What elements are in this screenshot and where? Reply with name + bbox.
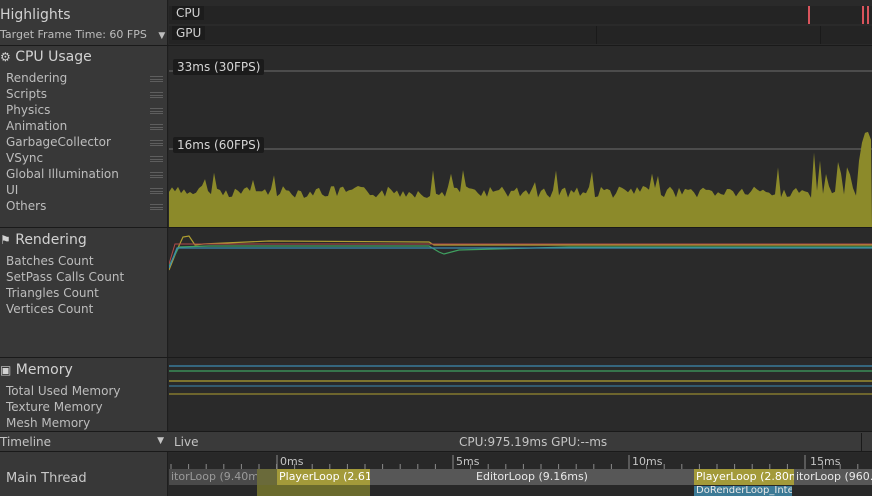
batches-line <box>169 235 872 271</box>
drag-handle-icon[interactable] <box>150 172 163 178</box>
cpu-legend-item[interactable]: Scripts <box>6 87 47 101</box>
rendering-icon: ⚑ <box>0 233 11 247</box>
highlights-gpu-tag: GPU <box>172 26 206 40</box>
cpu-legend-item[interactable]: Others <box>6 199 46 213</box>
drag-handle-icon[interactable] <box>150 108 163 114</box>
cpu-usage-area <box>169 131 872 227</box>
highlight-marker <box>862 6 864 24</box>
highlight-marker <box>867 6 869 24</box>
drag-handle-icon[interactable] <box>150 124 163 130</box>
time-ruler <box>170 455 859 469</box>
drag-handle-icon[interactable] <box>150 188 163 194</box>
main-thread-label: Main Thread <box>6 471 87 486</box>
memory-module[interactable]: ▣ Memory <box>0 362 73 378</box>
live-button[interactable]: Live <box>174 435 199 449</box>
editor-loop-bar[interactable]: itorLoop (960.12 <box>794 469 872 485</box>
memory-title: Memory <box>15 362 73 378</box>
ruler-label: 5ms <box>456 455 480 468</box>
player-loop-bar[interactable]: PlayerLoop (2.80ms) <box>694 469 794 485</box>
highlights-gpu-row[interactable] <box>169 26 872 44</box>
target-frame-label: Target Frame Time: 60 FPS <box>0 28 147 41</box>
highlight-marker <box>808 6 810 24</box>
triangles-line <box>169 247 872 269</box>
drag-handle-icon[interactable] <box>150 76 163 82</box>
frame-stats: CPU:975.19ms GPU:--ms <box>459 435 608 449</box>
editor-loop-bar[interactable]: EditorLoop (9.16ms) <box>370 469 694 485</box>
player-loop-bar[interactable]: PlayerLoop (2.61ms) <box>277 469 370 485</box>
highlights-cpu-tag: CPU <box>172 6 205 20</box>
cpu-legend-item[interactable]: UI <box>6 183 18 197</box>
timeline-bar[interactable] <box>257 469 277 485</box>
cpu-icon: ⚙ <box>0 50 11 64</box>
marker-30fps-label: 33ms (30FPS) <box>173 59 265 75</box>
drag-handle-icon[interactable] <box>150 204 163 210</box>
memory-chart[interactable] <box>169 358 872 431</box>
memory-legend-item[interactable]: Total Used Memory <box>6 384 121 398</box>
rendering-legend-item[interactable]: Vertices Count <box>6 302 93 316</box>
rendering-legend-item[interactable]: Batches Count <box>6 254 94 268</box>
cpu-legend-item[interactable]: Rendering <box>6 71 67 85</box>
drag-handle-icon[interactable] <box>150 156 163 162</box>
cpu-legend-item[interactable]: VSync <box>6 151 43 165</box>
rendering-legend-item[interactable]: SetPass Calls Count <box>6 270 124 284</box>
highlights-cpu-row[interactable] <box>169 6 872 24</box>
memory-icon: ▣ <box>0 363 12 377</box>
view-mode-label: Timeline <box>0 435 52 449</box>
cpu-legend-item[interactable]: Global Illumination <box>6 167 119 181</box>
cpu-usage-title: CPU Usage <box>15 49 92 65</box>
highlights-title: Highlights <box>0 7 71 23</box>
memory-legend-item[interactable]: Texture Memory <box>6 400 103 414</box>
ruler-label: 15ms <box>810 455 841 468</box>
target-frame-dropdown[interactable]: Target Frame Time: 60 FPS ▼ <box>0 28 165 41</box>
chevron-down-icon: ▼ <box>158 31 166 41</box>
rendering-title: Rendering <box>15 232 87 248</box>
ruler-label: 0ms <box>280 455 304 468</box>
cpu-usage-module[interactable]: ⚙ CPU Usage <box>0 49 92 65</box>
setpass-line <box>169 245 872 267</box>
rendering-module[interactable]: ⚑ Rendering <box>0 232 87 248</box>
ruler-label: 10ms <box>632 455 663 468</box>
cpu-legend-item[interactable]: Animation <box>6 119 67 133</box>
cpu-legend-item[interactable]: GarbageCollector <box>6 135 111 149</box>
cpu-legend-item[interactable]: Physics <box>6 103 50 117</box>
rendering-legend-item[interactable]: Triangles Count <box>6 286 99 300</box>
rendering-chart[interactable] <box>169 228 872 357</box>
editor-loop-bar[interactable]: itorLoop (9.40ms <box>169 469 257 485</box>
cpu-usage-chart[interactable] <box>169 46 872 227</box>
marker-60fps-label: 16ms (60FPS) <box>173 137 265 153</box>
memory-legend-item[interactable]: Mesh Memory <box>6 416 90 430</box>
drag-handle-icon[interactable] <box>150 140 163 146</box>
do-render-loop-bar[interactable]: DoRenderLoop_Inte <box>694 486 792 496</box>
view-mode-dropdown[interactable]: Timeline ▼ <box>0 435 166 449</box>
drag-handle-icon[interactable] <box>150 92 163 98</box>
chevron-down-icon: ▼ <box>157 436 164 446</box>
